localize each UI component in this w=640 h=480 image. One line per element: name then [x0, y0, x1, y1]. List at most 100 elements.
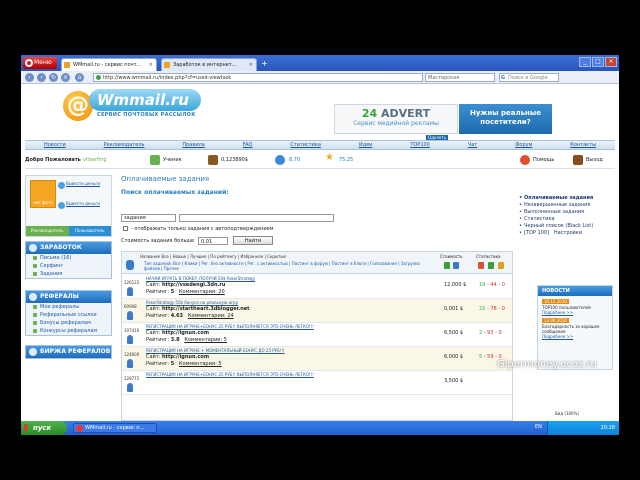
- help-icon[interactable]: [520, 155, 530, 165]
- forward-icon[interactable]: ›: [37, 73, 46, 82]
- sort-links[interactable]: Название Все | Новые | Лучшие | По рейти…: [140, 254, 286, 259]
- link-done[interactable]: Выполненные задания: [519, 209, 615, 216]
- link-top100[interactable]: [TOP 100] Настройки: [519, 230, 615, 237]
- find-button[interactable]: Найти: [233, 236, 273, 245]
- avatar[interactable]: нет фото: [30, 180, 56, 208]
- news-more-link[interactable]: Подробнее >>: [542, 310, 612, 315]
- link-blacklist[interactable]: Черный список (Black List): [519, 223, 615, 230]
- sort-up-icon[interactable]: [444, 262, 450, 269]
- logo-tagline: СЕРВИС ПОЧТОВЫХ РАССЫЛОК: [97, 112, 196, 118]
- menu-news[interactable]: Новости: [44, 142, 66, 148]
- task-comments[interactable]: Комментарии: 20: [179, 289, 225, 295]
- stop-icon[interactable]: ×: [61, 73, 70, 82]
- sort-down-icon[interactable]: [453, 262, 459, 269]
- task-comments[interactable]: Комментарии: 5: [184, 337, 227, 343]
- home-icon[interactable]: ⌂: [75, 73, 84, 82]
- rating-icon: [275, 155, 285, 165]
- help-link[interactable]: Помощь: [533, 156, 554, 164]
- zoom-status[interactable]: Вид (100%): [555, 411, 579, 416]
- task-title[interactable]: PokerStrategy 50$ бонуса на реальную игр…: [146, 300, 238, 305]
- task-comments[interactable]: Комментарии: 24: [188, 313, 234, 319]
- taskbar-item-opera[interactable]: WMmail.ru - сервис п...: [73, 423, 157, 433]
- autoconfirm-checkbox-row[interactable]: - отображать только задания с автоподтве…: [123, 226, 274, 232]
- table-row[interactable]: 107416 РЕГИСТРАЦИЯ НА ИГРУНЕ+БОНУС 25 РУ…: [122, 323, 512, 347]
- table-row[interactable]: 128772 РЕГИСТРАЦИЯ НА ИГРУНЕ+БОНУС 25 РУ…: [122, 371, 512, 395]
- google-search-input[interactable]: G Поиск в Google: [499, 73, 559, 82]
- google-icon: G: [501, 75, 506, 81]
- panel-ref-exchange-head[interactable]: БИРЖА РЕФЕРАЛОВ: [26, 346, 111, 358]
- wallet-icon: [208, 155, 218, 165]
- stat-a: 2: [479, 330, 483, 336]
- opera-icon: [76, 425, 83, 432]
- new-tab-icon[interactable]: +: [261, 60, 270, 69]
- ad-title-num: 24: [361, 107, 378, 120]
- back-icon[interactable]: ‹: [25, 73, 34, 82]
- sidebar-item-ref-contest[interactable]: Конкурсы рефералам: [26, 327, 111, 335]
- star-icon: ★: [325, 152, 334, 163]
- close-tab-icon[interactable]: ×: [249, 59, 253, 71]
- username[interactable]: vitserfing: [83, 156, 107, 164]
- task-title[interactable]: РЕГИСТРАЦИЯ НА ИГРУНЕ + МОМЕНТАЛЬНЫЙ БОН…: [146, 348, 285, 353]
- star-value: 75.25: [339, 157, 354, 163]
- withdraw-link[interactable]: Вывести деньги: [66, 181, 110, 186]
- sidebar-item-letters[interactable]: Письма (16): [26, 254, 111, 262]
- menu-ideas[interactable]: Идеи: [359, 142, 373, 148]
- sidebar-item-my-refs[interactable]: Мои рефералы: [26, 303, 111, 311]
- reload-icon[interactable]: ↻: [49, 73, 58, 82]
- deposit-link[interactable]: Вывести деньги: [66, 201, 110, 206]
- task-site-url: http://ignun.com: [162, 354, 210, 360]
- address-input[interactable]: http://www.wmmail.ru/index.php?cf=ussd-v…: [93, 73, 423, 82]
- site-logo[interactable]: @ Wmmail.ru СЕРВИС ПОЧТОВЫХ РАССЫЛОК: [63, 89, 203, 123]
- task-title[interactable]: НАЧНИ ИГРАТЬ В ПОКЕР, ПОЛУЧИ 50$ PokerSt…: [146, 276, 255, 281]
- ad-banner[interactable]: 24 ADVERT Сервис медийной рекламы Нужны …: [334, 104, 552, 140]
- task-title[interactable]: РЕГИСТРАЦИЯ НА ИГРУНЕ+БОНУС 25 РУБ!! ВЫП…: [146, 324, 314, 329]
- logout-icon[interactable]: [573, 155, 583, 165]
- panel-ref-exchange: БИРЖА РЕФЕРАЛОВ: [25, 345, 112, 359]
- link-stats[interactable]: Статистика: [519, 216, 615, 223]
- logout-link[interactable]: Выход: [586, 156, 603, 164]
- task-comments[interactable]: Комментарии: 5: [179, 361, 222, 367]
- menu-top100[interactable]: TOP100: [410, 142, 430, 148]
- sidebar-item-ref-links[interactable]: Реферальные ссылки: [26, 311, 111, 319]
- tab-wmmail[interactable]: WMmail.ru - сервис почт... ×: [61, 58, 157, 71]
- close-tab-icon[interactable]: ×: [149, 59, 153, 71]
- menu-advertiser[interactable]: Рекламодатель: [104, 142, 145, 148]
- tab-zarabotok[interactable]: Заработок в интернет... ×: [161, 58, 257, 71]
- menu-stats[interactable]: Статистика: [290, 142, 321, 148]
- menu-forum[interactable]: Форум: [515, 142, 532, 148]
- minimize-icon[interactable]: _: [579, 57, 591, 67]
- role-user[interactable]: Пользователь: [68, 226, 111, 236]
- user-bar: Добро Пожаловать vitserfing Ученик 0,123…: [25, 153, 615, 169]
- link-unfinished[interactable]: Незавершенные задания: [519, 202, 615, 209]
- menu-rules[interactable]: Правила: [182, 142, 204, 148]
- close-window-icon[interactable]: ×: [605, 57, 617, 67]
- task-rating: Рейтинг: 4.63 Комментарии: 24: [146, 313, 234, 319]
- start-button[interactable]: пуск: [21, 421, 67, 435]
- col-stat: Статистика: [476, 254, 501, 259]
- menu-faq[interactable]: FAQ: [243, 142, 253, 148]
- sidebar-item-surfing[interactable]: Серфинг: [26, 262, 111, 270]
- menu-contacts[interactable]: Контакты: [570, 142, 596, 148]
- news-more-link[interactable]: Подробнее >>: [542, 334, 612, 339]
- table-row[interactable]: 124600 РЕГИСТРАЦИЯ НА ИГРУНЕ + МОМЕНТАЛЬ…: [122, 347, 512, 371]
- table-row[interactable]: 60908 PokerStrategy 50$ бонуса на реальн…: [122, 299, 512, 323]
- role-advertiser[interactable]: Рекламодатель: [26, 226, 69, 236]
- task-type-select[interactable]: задания: [121, 214, 176, 222]
- type-filter-links[interactable]: Тип заданий: Все | Клики | Рег. без акти…: [144, 261, 434, 271]
- web-page: @ Wmmail.ru СЕРВИС ПОЧТОВЫХ РАССЫЛОК 24 …: [21, 85, 619, 421]
- language-indicator[interactable]: EN: [535, 424, 542, 430]
- link-paid-tasks[interactable]: Оплачиваемые задания: [519, 195, 615, 202]
- autoconfirm-checkbox[interactable]: [123, 226, 128, 231]
- sidebar-item-tasks[interactable]: Задания: [26, 270, 111, 278]
- stat-a: 19: [479, 282, 486, 288]
- opera-menu-button[interactable]: Меню: [23, 57, 57, 69]
- link-settings[interactable]: Настройки: [554, 230, 582, 236]
- task-search-input[interactable]: [179, 214, 334, 222]
- task-title[interactable]: РЕГИСТРАЦИЯ НА ИГРУНЕ+БОНУС 25 РУБ!! ВЫП…: [146, 372, 314, 377]
- maximize-icon[interactable]: □: [592, 57, 604, 67]
- menu-chat[interactable]: Чат: [468, 142, 477, 148]
- cost-input[interactable]: 0.01: [198, 237, 228, 245]
- sidebar-item-ref-bonus[interactable]: Бонусы рефералам: [26, 319, 111, 327]
- table-row[interactable]: 126122 НАЧНИ ИГРАТЬ В ПОКЕР, ПОЛУЧИ 50$ …: [122, 275, 512, 299]
- search-engine-field[interactable]: Мастерская: [425, 73, 495, 82]
